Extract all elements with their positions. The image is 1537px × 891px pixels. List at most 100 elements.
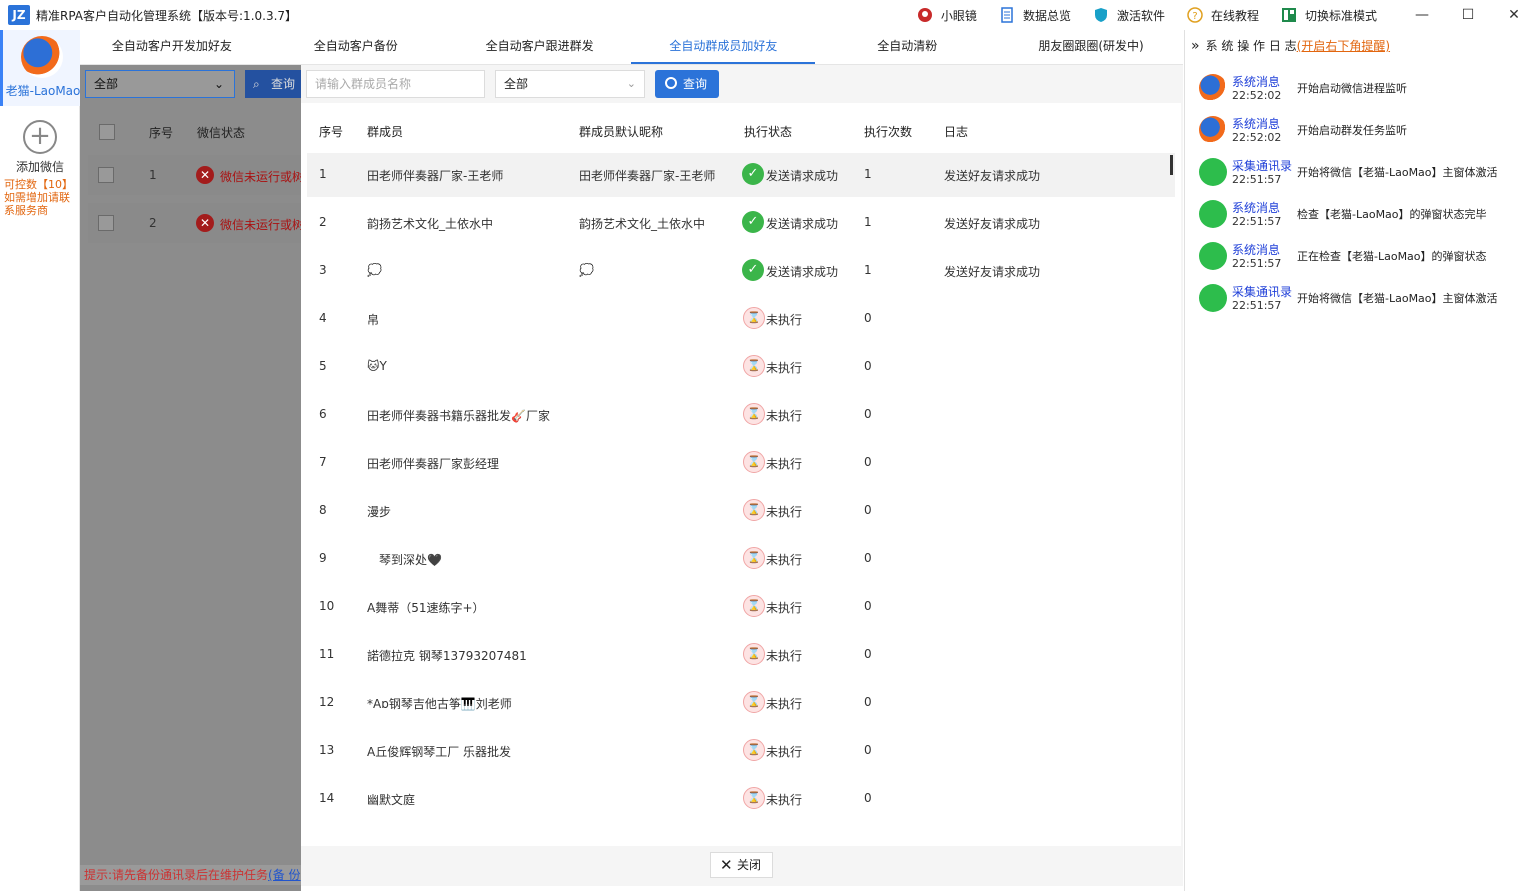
maximize-button[interactable]: ☐ <box>1445 0 1491 30</box>
quota-note: 如需增加请联系服务商 <box>4 191 70 217</box>
member-search-input[interactable]: 请输入群成员名称 <box>306 70 485 98</box>
close-window-button[interactable]: ✕ <box>1491 0 1537 30</box>
row-count: 0 <box>864 599 872 613</box>
scrollbar[interactable] <box>1170 155 1173 175</box>
row-member: A丘俊辉钢琴工厂 乐器批发 <box>367 745 512 759</box>
table-row[interactable]: 3 💭 💭 ✓ 发送请求成功 1 发送好友请求成功 <box>307 249 1175 293</box>
backup-link[interactable]: (备 份 <box>268 868 301 882</box>
table-row[interactable]: 2 韵扬艺术文化_土依水中 韵扬艺术文化_土依水中 ✓ 发送请求成功 1 发送好友请求成功 <box>307 201 1175 245</box>
table-row[interactable]: 9 琴到深处🖤 ⌛ 未执行 0 <box>307 537 1175 581</box>
row-member: 幽默文庭 <box>367 793 416 807</box>
row-index: 1 <box>149 168 157 182</box>
row-status: 未执行 <box>766 649 803 663</box>
tab-moments[interactable]: 朋友圈跟圈(研发中) <box>999 30 1183 64</box>
row-count: 0 <box>864 743 872 757</box>
status-filter-value: 全部 <box>504 77 529 91</box>
add-wechat-button[interactable]: + 添加微信 <box>0 120 80 175</box>
hourglass-icon: ⌛ <box>743 739 765 761</box>
row-index: 5 <box>319 359 327 373</box>
close-dialog-button[interactable]: ✕ 关闭 <box>710 852 773 878</box>
glasses-label: 小眼镜 <box>940 8 977 23</box>
row-member: 琴到深处🖤 <box>367 553 442 567</box>
log-time: 22:51:57 <box>1232 257 1282 270</box>
log-time: 22:52:02 <box>1232 131 1282 144</box>
row-status: 未执行 <box>766 361 803 375</box>
table-row[interactable]: 1 田老师伴奏器厂家-王老师 田老师伴奏器厂家-王老师 ✓ 发送请求成功 1 发送好友请求成… <box>307 153 1175 197</box>
row-index: 2 <box>149 216 157 230</box>
row-status: 未执行 <box>766 793 803 807</box>
tab-group-member-add-friend[interactable]: 全自动群成员加好友 <box>631 30 816 64</box>
row-nickname: 💭 <box>579 263 594 277</box>
table-row[interactable]: 2 ✕ 微信未运行或树 <box>88 203 305 243</box>
select-all-checkbox[interactable] <box>99 124 115 140</box>
row-member: 田老师伴奏器厂家-王老师 <box>367 169 504 183</box>
row-status: 未执行 <box>766 697 803 711</box>
log-message: 开始启动群发任务监听 <box>1297 124 1407 137</box>
minimize-button[interactable]: — <box>1399 0 1445 30</box>
switch-mode-button[interactable]: 切换标准模式 <box>1281 7 1377 24</box>
enable-reminder-link[interactable]: (开启右下角提醒) <box>1297 39 1390 53</box>
row-index: 6 <box>319 407 327 421</box>
row-index: 9 <box>319 551 327 565</box>
row-member: 韵扬艺术文化_土依水中 <box>367 217 494 231</box>
row-checkbox[interactable] <box>98 167 114 183</box>
table-row[interactable]: 12 *Aɒ钢琴吉他古筝🎹刘老师 ⌛ 未执行 0 <box>307 681 1175 725</box>
log-message: 开始将微信【老猫-LaoMao】主窗体激活 <box>1297 292 1498 305</box>
table-row[interactable]: 1 ✕ 微信未运行或树 <box>88 155 304 195</box>
bg-col-index: 序号 <box>149 126 174 140</box>
row-count: 0 <box>864 455 872 469</box>
row-log: 发送好友请求成功 <box>944 217 1041 231</box>
hourglass-icon: ⌛ <box>743 691 765 713</box>
col-status: 执行状态 <box>744 125 793 139</box>
wechat-icon <box>1199 158 1227 186</box>
collapse-icon[interactable]: » <box>1191 38 1200 54</box>
activate-button[interactable]: 激活软件 <box>1093 7 1165 24</box>
row-status: 微信未运行或树 <box>220 218 305 232</box>
tutorial-button[interactable]: ? 在线教程 <box>1187 7 1259 24</box>
tab-customer-add-friend[interactable]: 全自动客户开发加好友 <box>80 30 264 64</box>
hourglass-icon: ⌛ <box>743 787 765 809</box>
account-item[interactable]: 老猫-LaoMao <box>0 30 80 106</box>
row-status: 未执行 <box>766 409 803 423</box>
row-count: 1 <box>864 215 872 229</box>
tab-customer-mass-send[interactable]: 全自动客户跟进群发 <box>448 30 632 64</box>
chevron-down-icon: ⌄ <box>213 77 224 91</box>
bg-table-header: 序号 微信状态 <box>80 117 301 147</box>
hourglass-icon: ⌛ <box>743 451 765 473</box>
query-button[interactable]: 查询 <box>655 70 719 98</box>
table-row[interactable]: 11 諾德拉克 钢琴13793207481 ⌛ 未执行 0 <box>307 633 1175 677</box>
table-row[interactable]: 7 田老师伴奏器厂家彭经理 ⌛ 未执行 0 <box>307 441 1175 485</box>
row-count: 1 <box>864 263 872 277</box>
row-index: 10 <box>319 599 335 613</box>
status-select[interactable]: 全部 ⌄ <box>85 70 235 98</box>
account-name: 老猫-LaoMao <box>5 84 81 98</box>
table-row[interactable]: 6 田老师伴奏器书籍乐器批发🎸厂家 ⌛ 未执行 0 <box>307 393 1175 437</box>
tab-clean-fans[interactable]: 全自动清粉 <box>815 30 999 64</box>
quota-count: 可控数【10】 <box>4 178 73 191</box>
table-row[interactable]: 14 幽默文庭 ⌛ 未执行 0 <box>307 777 1175 821</box>
table-row[interactable]: 4 帛 ⌛ 未执行 0 <box>307 297 1175 341</box>
table-row[interactable]: 13 A丘俊辉钢琴工厂 乐器批发 ⌛ 未执行 0 <box>307 729 1175 773</box>
table-row[interactable]: 8 漫步 ⌛ 未执行 0 <box>307 489 1175 533</box>
log-item: 采集通讯录 22:51:57 开始将微信【老猫-LaoMao】主窗体激活 <box>1197 280 1527 320</box>
bg-query-button[interactable]: ⌕ 查询 <box>245 70 305 98</box>
row-member: 田老师伴奏器书籍乐器批发🎸厂家 <box>367 409 550 423</box>
glasses-button[interactable]: 小眼镜 <box>917 7 977 24</box>
row-status: 发送请求成功 <box>766 169 839 183</box>
row-count: 0 <box>864 647 872 661</box>
wechat-icon <box>1199 242 1227 270</box>
table-row[interactable]: 10 A舞蒂（51速练字+） ⌛ 未执行 0 <box>307 585 1175 629</box>
log-time: 22:51:57 <box>1232 173 1282 186</box>
row-status: 未执行 <box>766 505 803 519</box>
data-overview-button[interactable]: 数据总览 <box>999 7 1071 24</box>
hourglass-icon: ⌛ <box>743 307 765 329</box>
avatar <box>21 36 63 78</box>
search-icon <box>665 77 677 89</box>
row-checkbox[interactable] <box>98 215 114 231</box>
table-row[interactable]: 5 🐱Y ⌛ 未执行 0 <box>307 345 1175 389</box>
log-item: 系统消息 22:51:57 检查【老猫-LaoMao】的弹窗状态完毕 <box>1197 196 1527 236</box>
data-overview-label: 数据总览 <box>1022 8 1071 23</box>
log-source: 采集通讯录 <box>1232 159 1293 173</box>
status-filter-select[interactable]: 全部 ⌄ <box>495 70 645 98</box>
tab-customer-backup[interactable]: 全自动客户备份 <box>264 30 448 64</box>
